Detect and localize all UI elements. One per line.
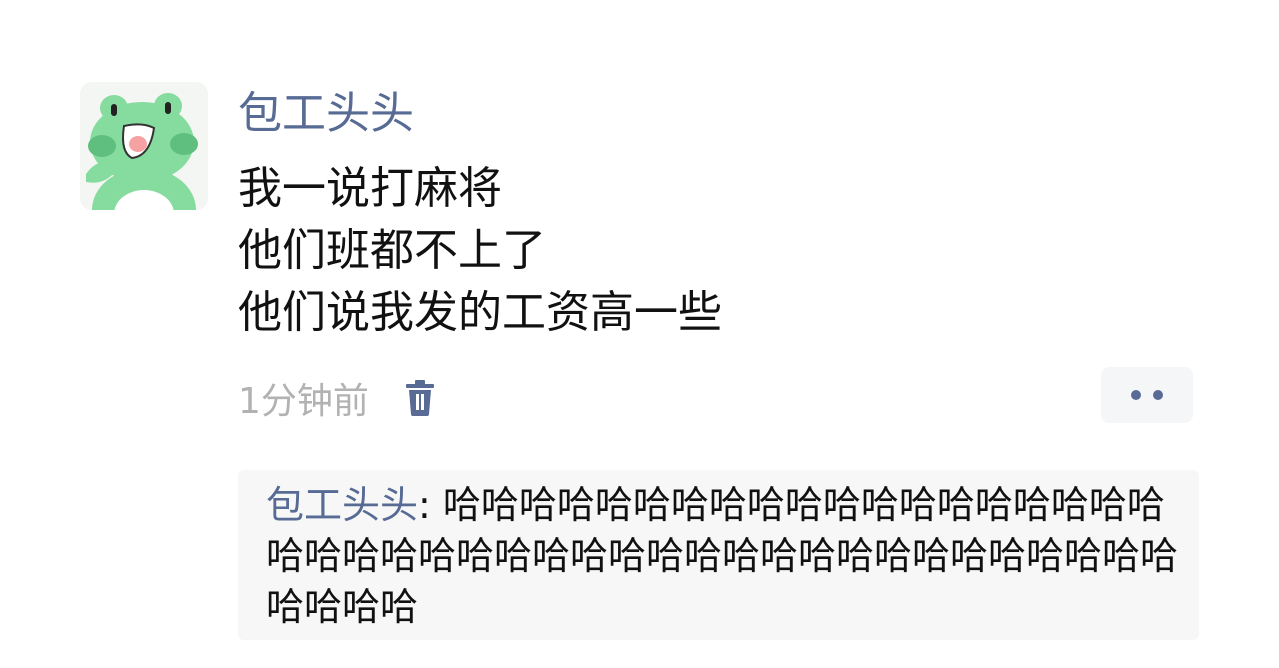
- post-timestamp: 1分钟前: [238, 381, 369, 422]
- post-author-name[interactable]: 包工头头: [238, 86, 414, 142]
- avatar[interactable]: [80, 82, 208, 210]
- comment-item[interactable]: 包工头头: 哈哈哈哈哈哈哈哈哈哈哈哈哈哈哈哈哈哈哈哈哈哈哈哈哈哈哈哈哈哈哈哈哈哈…: [266, 480, 1181, 633]
- post-content-line: 他们说我发的工资高一些: [238, 287, 722, 338]
- more-actions-button[interactable]: [1101, 367, 1193, 423]
- more-dots-icon: [1153, 390, 1163, 400]
- comment-author[interactable]: 包工头头: [266, 483, 418, 527]
- delete-button[interactable]: [403, 378, 437, 418]
- frog-avatar-icon: [80, 82, 208, 210]
- post-meta: 1分钟前: [238, 372, 437, 424]
- trash-icon: [405, 380, 434, 416]
- comment-separator: :: [418, 483, 443, 527]
- post-content-line: 他们班都不上了: [238, 225, 546, 276]
- post-content: 我一说打麻将 他们班都不上了 他们说我发的工资高一些: [238, 158, 1178, 344]
- more-dots-icon: [1131, 390, 1141, 400]
- comments-section: 包工头头: 哈哈哈哈哈哈哈哈哈哈哈哈哈哈哈哈哈哈哈哈哈哈哈哈哈哈哈哈哈哈哈哈哈哈…: [238, 470, 1199, 640]
- moments-post: 包工头头 我一说打麻将 他们班都不上了 他们说我发的工资高一些 1分钟前 包工头…: [0, 0, 1279, 668]
- post-content-line: 我一说打麻将: [238, 163, 502, 214]
